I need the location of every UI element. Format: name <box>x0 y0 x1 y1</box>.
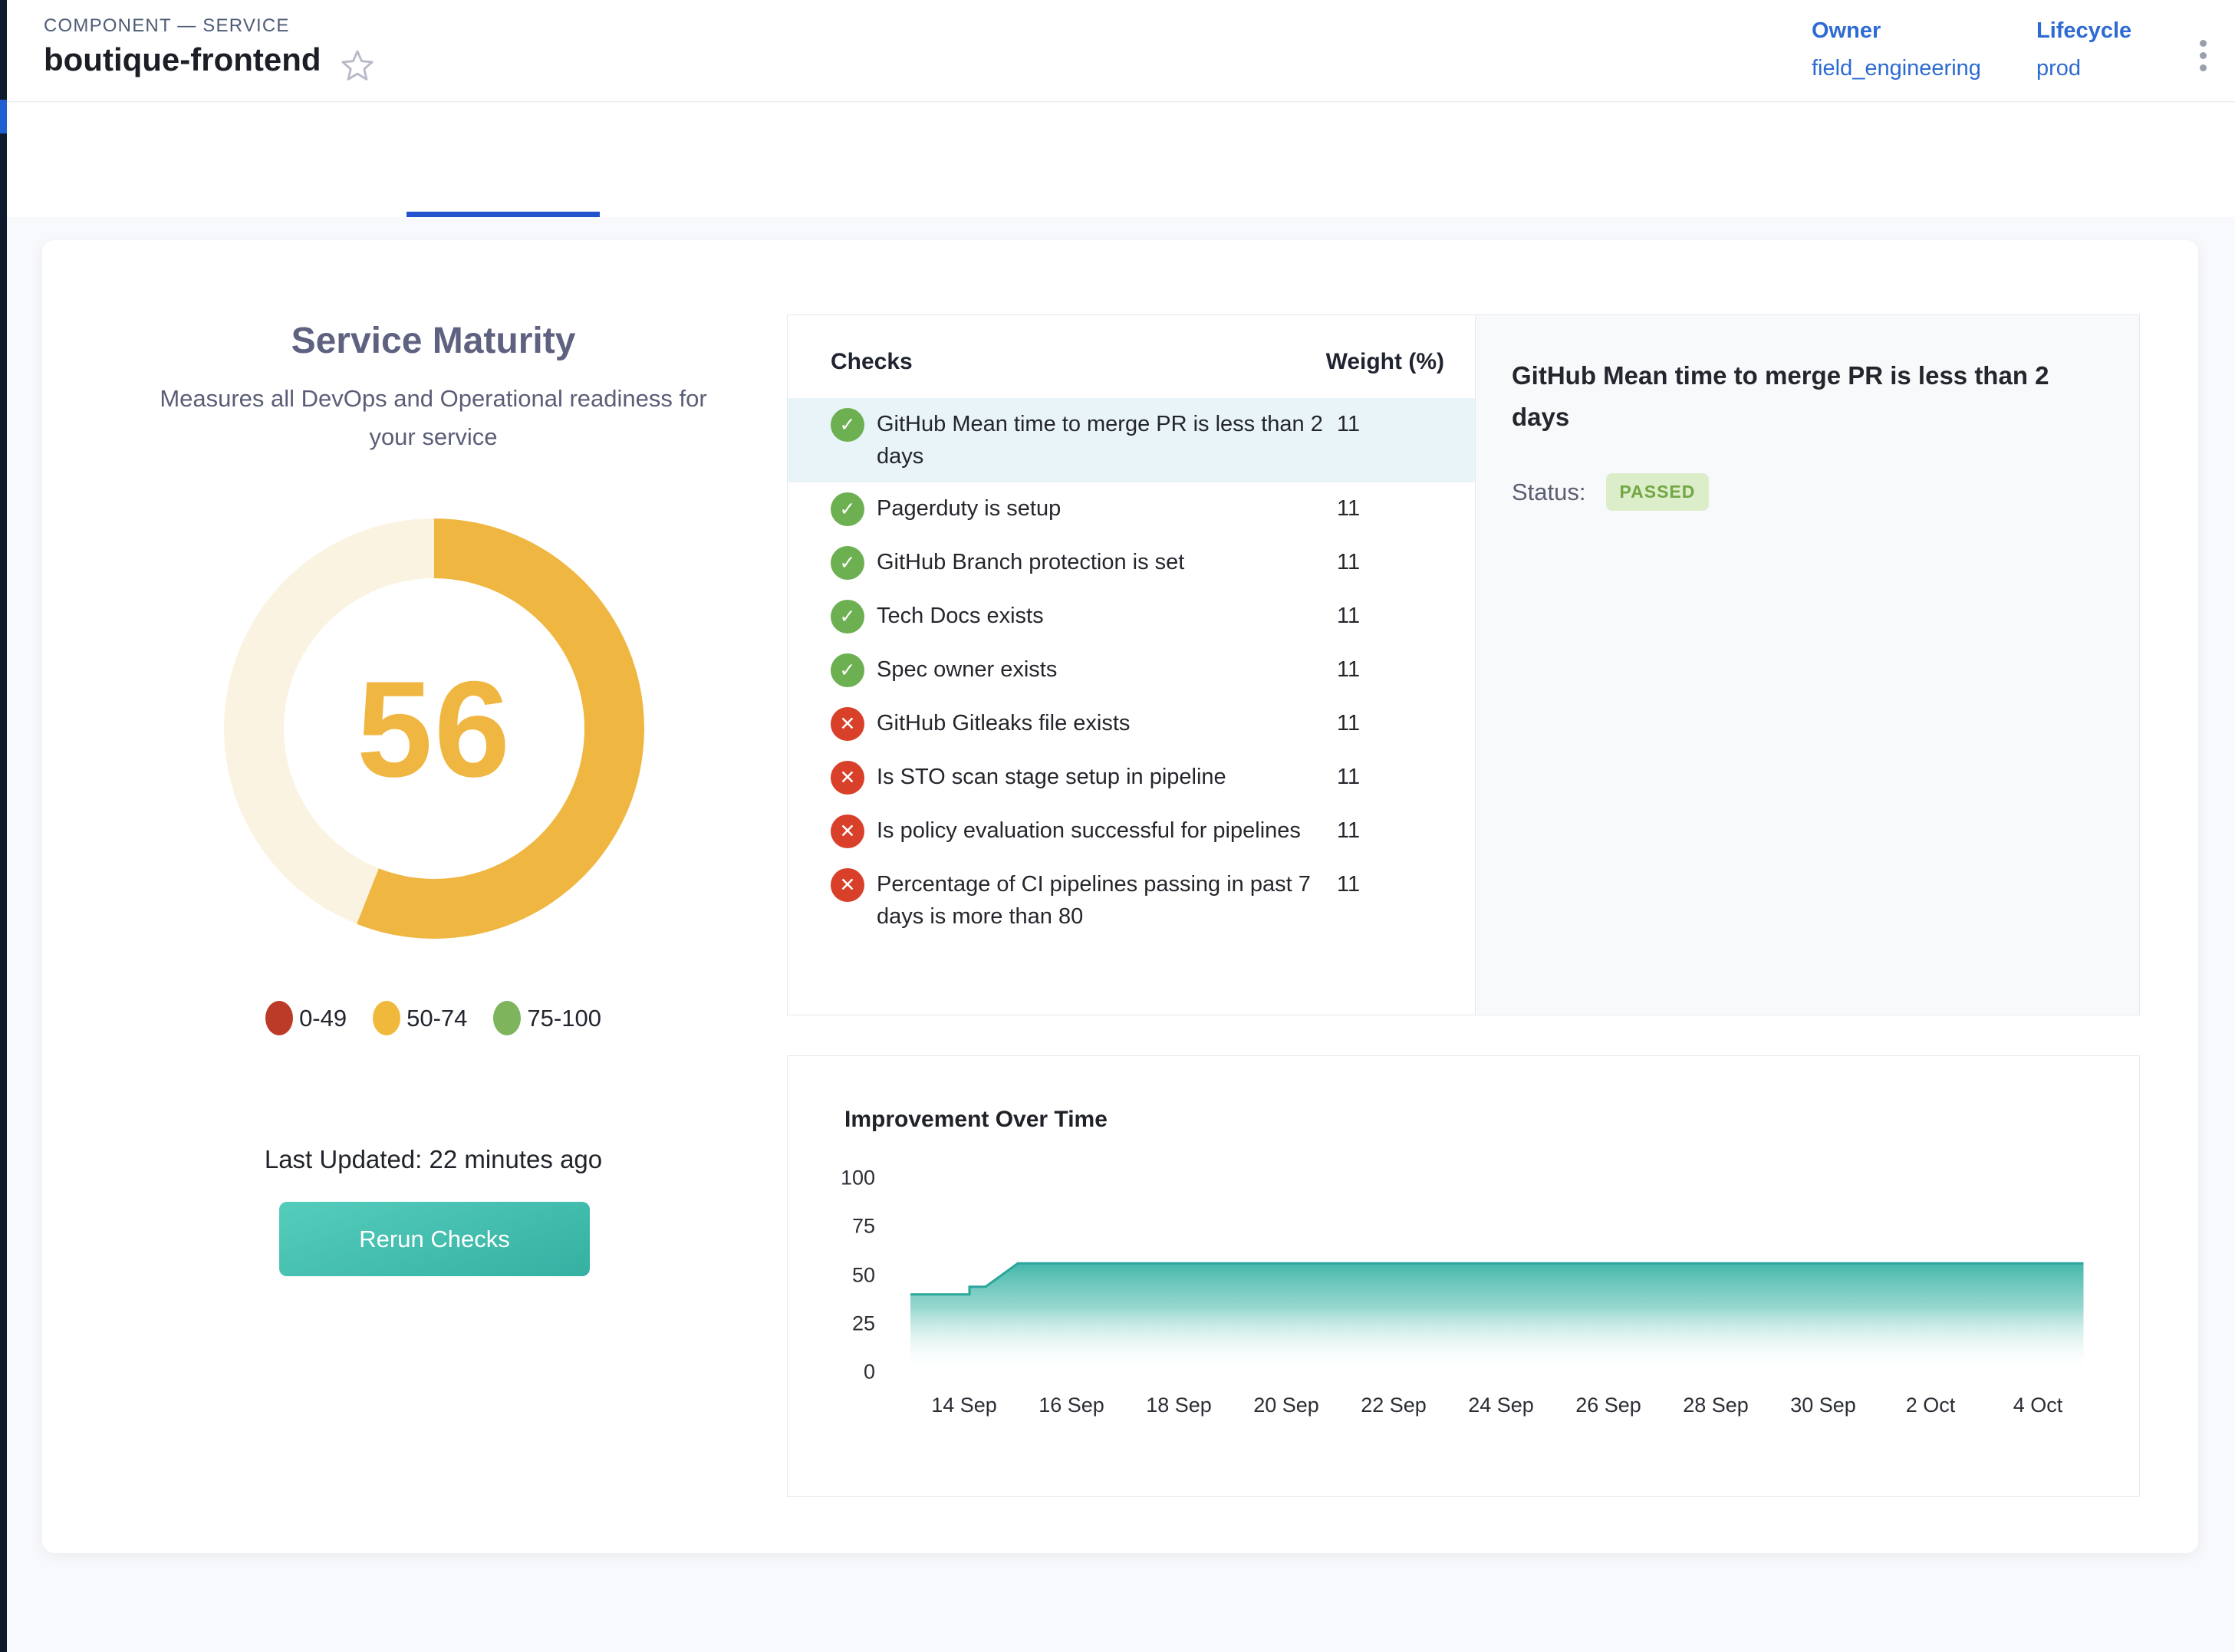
check-row-label: Tech Docs exists <box>877 600 1329 632</box>
legend-label: 75-100 <box>527 1005 601 1032</box>
check-row[interactable]: ✕ Is policy evaluation successful for pip… <box>788 805 1475 858</box>
check-row-label: GitHub Branch protection is set <box>877 546 1329 578</box>
side-rail-active-indicator <box>0 100 7 133</box>
last-updated-text: Last Updated: 22 minutes ago <box>65 1145 802 1174</box>
favorite-star-icon[interactable] <box>340 48 375 83</box>
owner-label: Owner <box>1812 18 1981 44</box>
x-axis-tick: 2 Oct <box>1906 1394 1956 1417</box>
checks-panel: Checks Weight (%) ✓ GitHub Mean time to m… <box>787 314 2140 1015</box>
score-legend: 0-49 50-74 75-100 <box>65 1001 802 1035</box>
y-axis-tick: 25 <box>811 1311 875 1335</box>
scorecard-subtitle: Measures all DevOps and Operational read… <box>142 380 725 456</box>
check-passed-icon: ✓ <box>831 492 864 526</box>
x-axis-tick: 14 Sep <box>931 1394 997 1417</box>
legend-dot <box>493 1001 521 1035</box>
check-row[interactable]: ✓ GitHub Branch protection is set11 <box>788 536 1475 590</box>
improvement-chart-panel: Improvement Over Time 100 75 50 25 0 14 Sep 1… <box>787 1055 2140 1497</box>
check-passed-icon: ✓ <box>831 546 864 580</box>
check-row[interactable]: ✓ Tech Docs exists11 <box>788 590 1475 643</box>
active-tab-underline <box>407 212 600 217</box>
check-detail-title: GitHub Mean time to merge PR is less tha… <box>1512 355 2064 438</box>
check-row-weight: 11 <box>1337 546 1398 578</box>
check-row-weight: 11 <box>1337 492 1398 525</box>
checks-list: Checks Weight (%) ✓ GitHub Mean time to m… <box>788 315 1475 1015</box>
check-row-weight: 11 <box>1337 653 1398 686</box>
x-axis-tick: 16 Sep <box>1039 1394 1104 1417</box>
checks-column-header: Checks <box>831 349 913 375</box>
legend-label: 50-74 <box>407 1005 467 1032</box>
weight-column-header: Weight (%) <box>1326 349 1444 375</box>
tab-bar: OverviewCI/CDScorecardAPIDependenciesDoc… <box>7 103 2235 217</box>
legend-dot <box>265 1001 293 1035</box>
check-detail-panel: GitHub Mean time to merge PR is less tha… <box>1475 315 2139 1015</box>
page-title: boutique-frontend <box>44 41 321 78</box>
status-label: Status: <box>1512 479 1586 506</box>
check-passed-icon: ✓ <box>831 600 864 633</box>
x-axis-tick: 30 Sep <box>1790 1394 1856 1417</box>
check-row-weight: 11 <box>1337 814 1398 847</box>
y-axis-tick: 50 <box>811 1263 875 1287</box>
check-row-label: Is policy evaluation successful for pipe… <box>877 814 1329 847</box>
check-row[interactable]: ✕ GitHub Gitleaks file exists11 <box>788 697 1475 751</box>
legend-item-50-74: 50-74 <box>373 1001 467 1035</box>
rerun-checks-button[interactable]: Rerun Checks <box>279 1202 590 1276</box>
check-row-label: Pagerduty is setup <box>877 492 1329 525</box>
status-badge: PASSED <box>1606 473 1710 511</box>
check-row-weight: 11 <box>1337 761 1398 793</box>
check-row-label: GitHub Gitleaks file exists <box>877 707 1329 739</box>
y-axis-tick: 100 <box>811 1167 875 1190</box>
check-failed-icon: ✕ <box>831 761 864 795</box>
x-axis-tick: 24 Sep <box>1468 1394 1534 1417</box>
kebab-menu-icon[interactable] <box>2189 40 2217 86</box>
check-row-weight: 11 <box>1337 408 1398 440</box>
x-axis-tick: 28 Sep <box>1683 1394 1749 1417</box>
lifecycle-value: prod <box>2036 56 2131 81</box>
score-value: 56 <box>357 650 512 808</box>
breadcrumb: COMPONENT — SERVICE <box>44 15 290 37</box>
legend-item-75-100: 75-100 <box>493 1001 601 1035</box>
check-row-weight: 11 <box>1337 868 1398 900</box>
check-row-label: GitHub Mean time to merge PR is less tha… <box>877 408 1329 472</box>
check-row[interactable]: ✓ GitHub Mean time to merge PR is less th… <box>788 398 1475 482</box>
checks-list-header: Checks Weight (%) <box>788 315 1475 398</box>
y-axis-tick: 75 <box>811 1215 875 1239</box>
check-row-label: Is STO scan stage setup in pipeline <box>877 761 1329 793</box>
chart-title: Improvement Over Time <box>844 1107 1108 1133</box>
check-row-weight: 11 <box>1337 707 1398 739</box>
area-chart <box>910 1173 2084 1374</box>
x-axis-tick: 18 Sep <box>1146 1394 1212 1417</box>
score-donut-hole: 56 <box>284 578 584 879</box>
check-failed-icon: ✕ <box>831 814 864 848</box>
legend-item-0-49: 0-49 <box>265 1001 347 1035</box>
check-passed-icon: ✓ <box>831 408 864 442</box>
check-failed-icon: ✕ <box>831 707 864 741</box>
x-axis-tick: 4 Oct <box>2013 1394 2063 1417</box>
scorecard-card: Service Maturity Measures all DevOps and… <box>42 240 2198 1553</box>
page-header: COMPONENT — SERVICE boutique-frontend Ow… <box>7 0 2235 102</box>
check-passed-icon: ✓ <box>831 653 864 687</box>
check-row[interactable]: ✓ Spec owner exists11 <box>788 643 1475 697</box>
check-row[interactable]: ✓ Pagerduty is setup11 <box>788 482 1475 536</box>
x-axis-tick: 26 Sep <box>1575 1394 1641 1417</box>
check-detail-status-row: Status: PASSED <box>1512 473 1709 511</box>
owner-meta: Owner field_engineering <box>1812 18 1981 81</box>
x-axis-tick: 20 Sep <box>1253 1394 1319 1417</box>
x-axis-tick: 22 Sep <box>1361 1394 1427 1417</box>
lifecycle-label: Lifecycle <box>2036 18 2131 44</box>
y-axis-tick: 0 <box>811 1361 875 1384</box>
area-fill <box>910 1263 2084 1372</box>
check-failed-icon: ✕ <box>831 868 864 902</box>
scorecard-title: Service Maturity <box>65 320 802 362</box>
legend-dot <box>373 1001 400 1035</box>
owner-value-link[interactable]: field_engineering <box>1812 56 1981 81</box>
check-row-label: Percentage of CI pipelines passing in pa… <box>877 868 1329 933</box>
check-row[interactable]: ✕ Percentage of CI pipelines passing in p… <box>788 858 1475 943</box>
check-row-label: Spec owner exists <box>877 653 1329 686</box>
side-rail <box>0 0 7 1652</box>
lifecycle-meta: Lifecycle prod <box>2036 18 2131 81</box>
legend-label: 0-49 <box>299 1005 347 1032</box>
score-donut-chart: 56 <box>224 518 644 939</box>
check-row[interactable]: ✕ Is STO scan stage setup in pipeline11 <box>788 751 1475 805</box>
check-row-weight: 11 <box>1337 600 1398 632</box>
